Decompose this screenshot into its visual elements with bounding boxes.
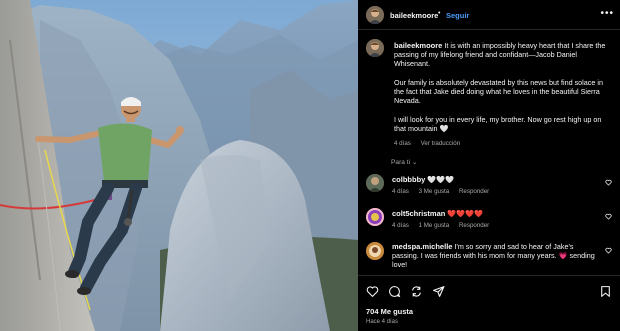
heart-icon[interactable] xyxy=(605,247,612,254)
post-caption: baileekmoore It is with an impossibly he… xyxy=(394,41,612,148)
comment-username[interactable]: colt5christman xyxy=(392,209,445,218)
author-username[interactable]: baileekmoore xyxy=(390,11,438,20)
comment-username[interactable]: colbbbby xyxy=(392,175,425,184)
heart-icon[interactable] xyxy=(366,285,379,298)
caption-paragraph-2: Our family is absolutely devastated by t… xyxy=(394,77,603,106)
comment-meta: 4 días 1 Me gusta Responder xyxy=(392,222,497,229)
commenter-avatar[interactable] xyxy=(366,208,384,226)
post-header: baileekmoore • Seguir ••• xyxy=(358,0,620,30)
author-avatar[interactable] xyxy=(366,6,384,24)
caption-username[interactable]: baileekmoore xyxy=(394,41,442,50)
climber-photo xyxy=(0,0,358,331)
comment-age: 4 días xyxy=(392,188,409,195)
caption-avatar[interactable] xyxy=(366,39,384,57)
separator-dot: • xyxy=(438,10,441,17)
comment-likes[interactable]: 3 Me gusta xyxy=(419,188,450,195)
comment-text: 🤍🤍🤍 xyxy=(427,175,455,184)
commenter-avatar[interactable] xyxy=(366,174,384,192)
caption-meta: 4 días Ver traducción xyxy=(394,139,612,148)
heart-icon[interactable] xyxy=(605,179,612,186)
more-options-icon[interactable]: ••• xyxy=(600,8,614,19)
comment-username[interactable]: medspa.michelle xyxy=(392,242,452,251)
heart-icon[interactable] xyxy=(605,213,612,220)
share-icon[interactable] xyxy=(432,285,445,298)
bookmark-icon[interactable] xyxy=(599,285,612,298)
comment-meta: 4 días 3 Me gusta Responder xyxy=(392,188,497,195)
commenter-avatar[interactable] xyxy=(366,242,384,260)
likes-count[interactable]: 704 Me gusta xyxy=(366,307,413,316)
post-side-panel: baileekmoore • Seguir ••• baileekmoore I… xyxy=(358,0,620,331)
for-you-filter[interactable]: Para ti ⌄ xyxy=(391,158,417,166)
comment-age: 4 días xyxy=(392,222,409,229)
translate-link[interactable]: Ver traducción xyxy=(421,140,461,147)
reply-button[interactable]: Responder xyxy=(459,188,489,195)
comment-icon[interactable] xyxy=(388,285,401,298)
reply-button[interactable]: Responder xyxy=(459,222,489,229)
comment-likes[interactable]: 1 Me gusta xyxy=(419,222,450,229)
comment-text: ❤️❤️❤️❤️ xyxy=(447,209,484,218)
post-age: Hace 4 días xyxy=(366,319,399,325)
post-photo xyxy=(0,0,358,331)
follow-button[interactable]: Seguir xyxy=(446,11,469,20)
post-action-bar: 704 Me gusta Hace 4 días xyxy=(358,275,620,331)
caption-age: 4 días xyxy=(394,140,411,148)
repost-icon[interactable] xyxy=(410,285,423,298)
caption-paragraph-3: I will look for you in every life, my br… xyxy=(394,114,602,133)
